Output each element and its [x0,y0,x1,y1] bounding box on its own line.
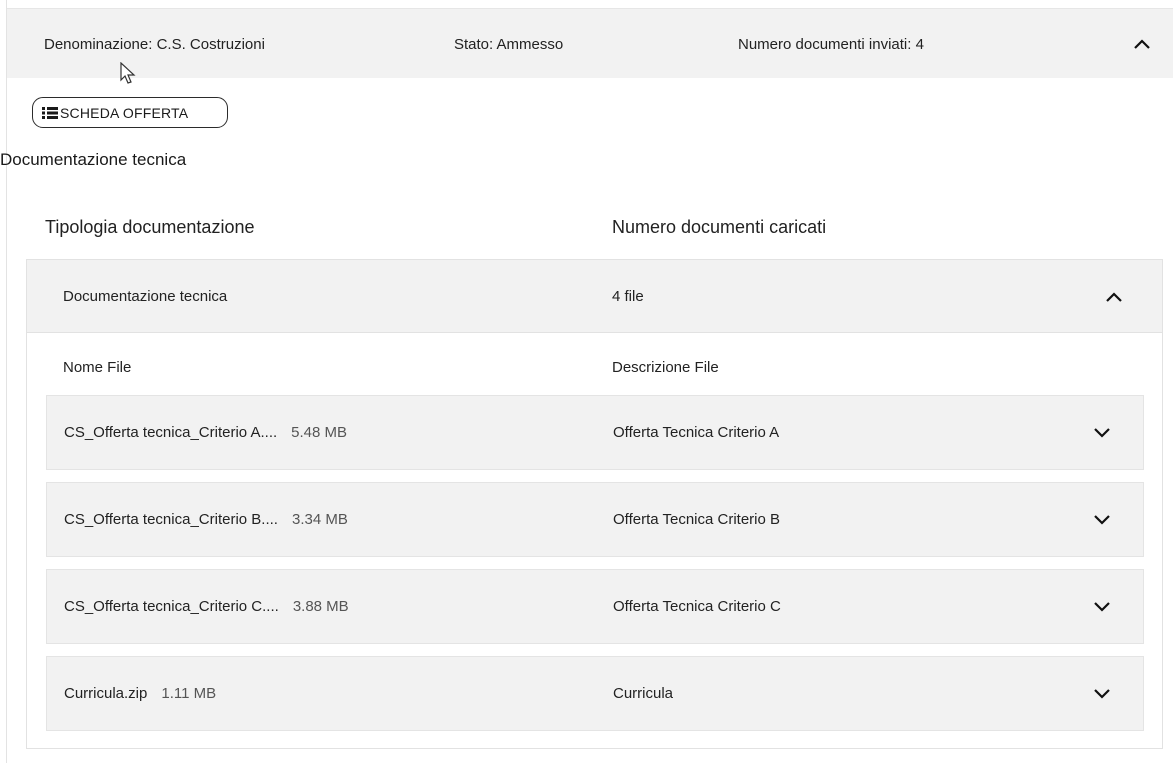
file-row[interactable]: Curricula.zip 1.11 MB Curricula [46,656,1144,731]
offer-sheet-label: SCHEDA OFFERTA [60,104,189,121]
documentation-group-header[interactable]: Documentazione tecnica 4 file [27,260,1162,333]
file-name: CS_Offerta tecnica_Criterio A.... [64,424,278,441]
file-row[interactable]: CS_Offerta tecnica_Criterio C.... 3.88 M… [46,569,1144,644]
left-border [6,0,7,763]
column-header-count: Numero documenti caricati [612,217,827,237]
docs-sent-count: Numero documenti inviati: 4 [738,35,924,53]
file-name: CS_Offerta tecnica_Criterio B.... [64,511,278,528]
participant-state: Stato: Ammesso [454,35,564,53]
file-size: 3.88 MB [292,598,349,615]
chevron-down-icon[interactable] [1089,396,1115,469]
chevron-up-icon[interactable] [1101,260,1127,333]
file-size: 5.48 MB [291,424,348,441]
group-type: Documentazione tecnica [63,288,228,305]
file-size: 3.34 MB [291,511,348,528]
chevron-up-icon[interactable] [1129,9,1155,79]
file-description: Curricula [613,685,674,702]
sub-header-file-desc: Descrizione File [612,359,719,376]
file-name: CS_Offerta tecnica_Criterio C.... [64,598,279,615]
sub-header-file-name: Nome File [63,359,132,376]
file-row[interactable]: CS_Offerta tecnica_Criterio B.... 3.34 M… [46,482,1144,557]
file-description: Offerta Tecnica Criterio B [613,511,781,528]
participant-name: Denominazione: C.S. Costruzioni [44,35,265,53]
participant-header[interactable]: Denominazione: C.S. Costruzioni Stato: A… [7,8,1173,78]
file-name: Curricula.zip [64,685,148,702]
offer-sheet-button[interactable]: SCHEDA OFFERTA [32,97,228,128]
chevron-down-icon[interactable] [1089,657,1115,730]
file-description: Offerta Tecnica Criterio C [613,598,781,615]
mouse-cursor-icon [119,62,137,86]
file-description: Offerta Tecnica Criterio A [613,424,780,441]
column-header-type: Tipologia documentazione [45,217,255,237]
section-title: Documentazione tecnica [0,150,187,169]
list-icon [42,106,58,120]
chevron-down-icon[interactable] [1089,570,1115,643]
documentation-group: Documentazione tecnica 4 file Nome File … [26,259,1163,749]
file-row[interactable]: CS_Offerta tecnica_Criterio A.... 5.48 M… [46,395,1144,470]
group-file-count: 4 file [612,288,644,305]
chevron-down-icon[interactable] [1089,483,1115,556]
file-size: 1.11 MB [161,685,217,702]
